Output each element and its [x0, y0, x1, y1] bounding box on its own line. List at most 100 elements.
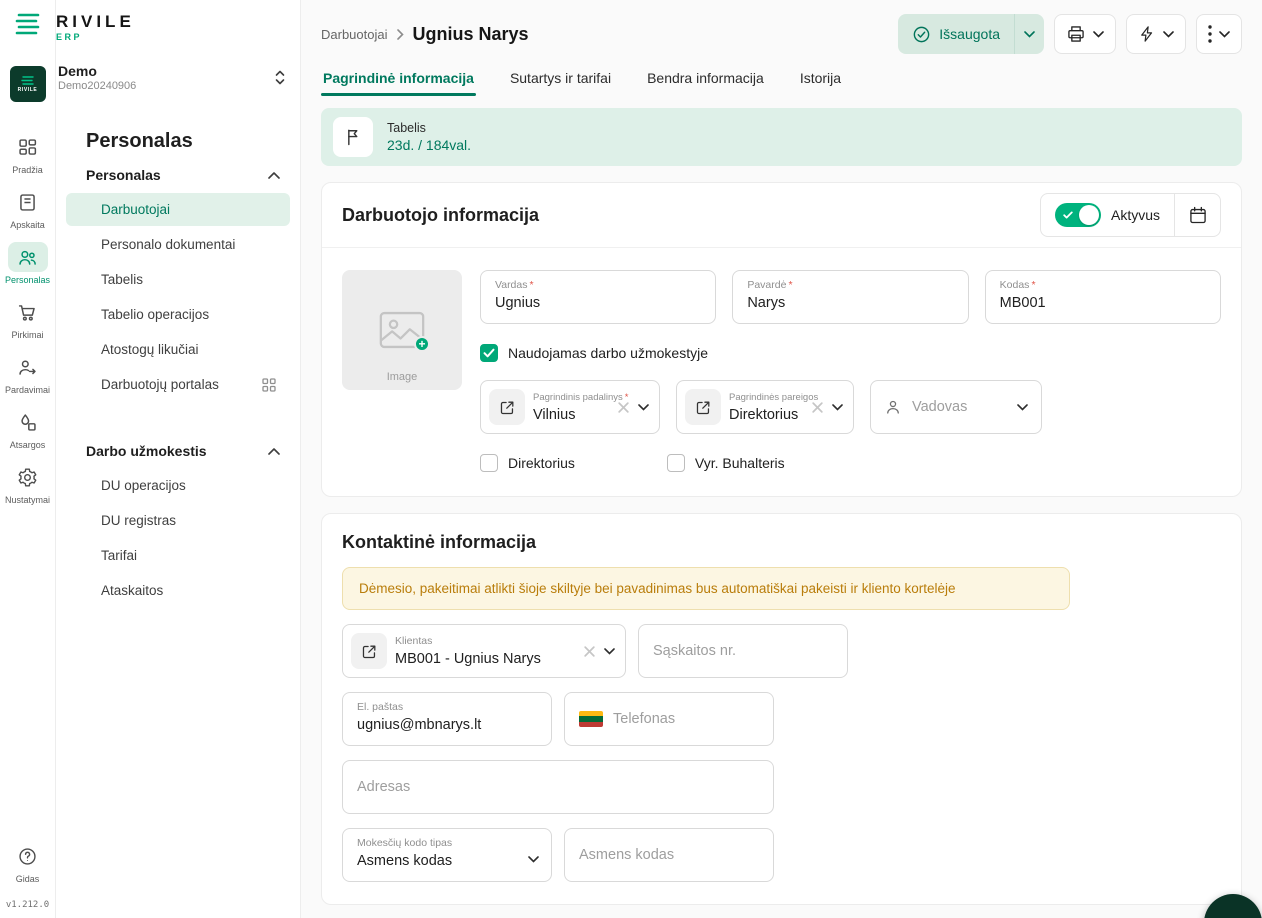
chevron-down-icon — [528, 856, 539, 863]
checkbox-vyr-buhalteris[interactable]: Vyr. Buhalteris — [667, 454, 785, 472]
employee-photo-upload[interactable]: + Image — [342, 270, 462, 390]
brand-sub: ERP — [56, 32, 300, 42]
sidebar-item-label: Darbuotojų portalas — [101, 377, 219, 392]
vardas-field[interactable]: Vardas* Ugnius — [480, 270, 716, 324]
sidebar-item-personalo-dokumentai[interactable]: Personalo dokumentai — [66, 228, 290, 261]
warning-banner: Dėmesio, pakeitimai atlikti šioje skilty… — [342, 567, 1070, 610]
sidebar-item-du-operacijos[interactable]: DU operacijos — [66, 469, 290, 502]
chevron-down-icon — [1017, 404, 1028, 411]
sidebar-item-label: DU operacijos — [101, 478, 186, 493]
saved-button[interactable]: Išsaugota — [898, 14, 1044, 54]
lightning-icon — [1138, 24, 1156, 44]
active-toggle[interactable]: Aktyvus — [1041, 203, 1174, 227]
clear-icon[interactable] — [617, 401, 630, 414]
page-header: Darbuotojai Ugnius Narys Išsaugota — [321, 12, 1242, 56]
tab-bar: Pagrindinė informacija Sutartys ir tarif… — [321, 64, 1242, 96]
check-circle-icon — [912, 25, 931, 44]
sidebar-item-ataskaitos[interactable]: Ataskaitos — [66, 574, 290, 607]
section-darbo-uzmokestis[interactable]: Darbo užmokestis — [56, 433, 300, 467]
workspace-expand-icon — [274, 69, 286, 86]
checkbox-naudojamas-darbo-uzmokestyje[interactable]: Naudojamas darbo užmokestyje — [480, 344, 1221, 362]
tab-istorija[interactable]: Istorija — [798, 64, 843, 96]
saved-button-main[interactable]: Išsaugota — [898, 25, 1014, 44]
pavarde-field[interactable]: Pavardė* Narys — [732, 270, 968, 324]
mokesciu-kodo-tipas-select[interactable]: Mokesčių kodo tipas Asmens kodas — [342, 828, 552, 882]
clear-icon[interactable] — [583, 645, 596, 658]
rail-item-apskaita[interactable]: Apskaita — [1, 187, 55, 230]
checkbox-direktorius[interactable]: Direktorius — [480, 454, 575, 472]
sidebar-item-darbuotojai[interactable]: Darbuotojai — [66, 193, 290, 226]
checkbox-unchecked-icon — [480, 454, 498, 472]
tab-bendra-informacija[interactable]: Bendra informacija — [645, 64, 766, 96]
people-icon — [8, 242, 48, 272]
rail-item-nustatymai[interactable]: Nustatymai — [1, 462, 55, 505]
tabelis-value-link[interactable]: 23d. / 184val. — [387, 137, 471, 153]
adresas-field[interactable]: Adresas — [342, 760, 774, 814]
asmens-kodas-field[interactable]: Asmens kodas — [564, 828, 774, 882]
kodas-value: MB001 — [1000, 295, 1206, 311]
rail-item-pardavimai[interactable]: Pardavimai — [1, 352, 55, 395]
workspace-avatar[interactable]: RIVILE — [10, 66, 46, 102]
field-label: Pagrindinės pareigos — [729, 392, 818, 403]
workspace-switcher[interactable]: Demo Demo20240906 — [58, 63, 286, 92]
sidebar-item-du-registras[interactable]: DU registras — [66, 504, 290, 537]
sidebar-item-tarifai[interactable]: Tarifai — [66, 539, 290, 572]
asmens-kodas-placeholder: Asmens kodas — [579, 847, 674, 863]
tabelis-flag-icon — [333, 117, 373, 157]
breadcrumb-link[interactable]: Darbuotojai — [321, 27, 388, 42]
sidebar-item-darbuotoju-portalas[interactable]: Darbuotojų portalas — [66, 368, 290, 401]
external-link-icon[interactable] — [351, 633, 387, 669]
sidebar-item-tabelio-operacijos[interactable]: Tabelio operacijos — [66, 298, 290, 331]
toggle-switch[interactable] — [1055, 203, 1101, 227]
sidebar-item-label: Personalo dokumentai — [101, 237, 235, 252]
tab-pagrindine-informacija[interactable]: Pagrindinė informacija — [321, 64, 476, 96]
sidebar-item-label: Tabelis — [101, 272, 143, 287]
section-darbo-uzmokestis-items: DU operacijos DU registras Tarifai Atask… — [56, 467, 300, 609]
quick-actions-button[interactable] — [1126, 14, 1186, 54]
saskaitos-nr-field[interactable]: Sąskaitos nr. — [638, 624, 848, 678]
gear-icon — [8, 462, 48, 492]
rail-item-pirkimai[interactable]: Pirkimai — [1, 297, 55, 340]
rail-item-label: Pardavimai — [5, 385, 50, 395]
clear-icon[interactable] — [811, 401, 824, 414]
brand-wordmark: RIVILE ERP — [56, 0, 300, 42]
lithuania-flag-icon[interactable] — [579, 711, 603, 727]
section-personalas[interactable]: Personalas — [56, 157, 300, 191]
more-menu-button[interactable] — [1196, 14, 1242, 54]
rail-item-atsargos[interactable]: Atsargos — [1, 407, 55, 450]
rail-item-pradzia[interactable]: Pradžia — [1, 132, 55, 175]
print-button[interactable] — [1054, 14, 1116, 54]
sidebar-item-atostogu-likuciai[interactable]: Atostogų likučiai — [66, 333, 290, 366]
padalinys-value: Vilnius — [533, 407, 609, 423]
vadovas-select[interactable]: Vadovas — [870, 380, 1042, 434]
cart-icon — [8, 297, 48, 327]
field-label: Vardas — [495, 279, 528, 291]
vardas-value: Ugnius — [495, 295, 701, 311]
tax-code-row: Mokesčių kodo tipas Asmens kodas Asmens … — [342, 828, 1221, 882]
padalinys-combo[interactable]: Pagrindinis padalinys* Vilnius — [480, 380, 660, 434]
rail-item-personalas[interactable]: Personalas — [1, 242, 55, 285]
tabelis-summary-text: Tabelis 23d. / 184val. — [387, 121, 471, 153]
telefonas-field[interactable]: Telefonas — [564, 692, 774, 746]
brand-name: RIVILE — [56, 12, 300, 32]
name-fields-row: Vardas* Ugnius Pavardė* Narys Kodas* MB0… — [480, 270, 1221, 324]
external-link-icon[interactable] — [685, 389, 721, 425]
chevron-down-icon[interactable] — [832, 404, 843, 411]
rivile-logo-icon[interactable] — [15, 12, 41, 38]
guide-button[interactable]: Gidas — [1, 841, 55, 884]
kodas-field[interactable]: Kodas* MB001 — [985, 270, 1221, 324]
el-pastas-field[interactable]: El. paštas ugnius@mbnarys.lt — [342, 692, 552, 746]
inventory-icon — [8, 407, 48, 437]
tabelis-summary-banner: Tabelis 23d. / 184val. — [321, 108, 1242, 166]
pareigos-combo[interactable]: Pagrindinės pareigos Direktorius — [676, 380, 854, 434]
section-label: Personalas — [86, 167, 161, 183]
external-link-icon[interactable] — [489, 389, 525, 425]
sidebar-item-tabelis[interactable]: Tabelis — [66, 263, 290, 296]
saved-dropdown-button[interactable] — [1014, 14, 1044, 54]
klientas-combo[interactable]: Klientas MB001 - Ugnius Narys — [342, 624, 626, 678]
chevron-down-icon[interactable] — [638, 404, 649, 411]
adresas-placeholder: Adresas — [357, 779, 410, 795]
tab-sutartys-ir-tarifai[interactable]: Sutartys ir tarifai — [508, 64, 613, 96]
calendar-button[interactable] — [1174, 194, 1220, 236]
chevron-down-icon[interactable] — [604, 648, 615, 655]
